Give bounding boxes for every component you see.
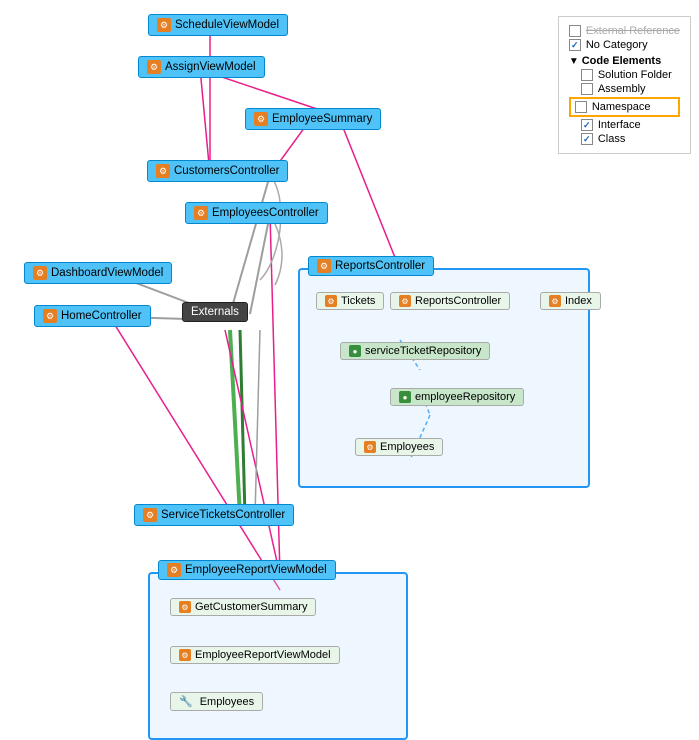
diagram-canvas: ⚙ ScheduleViewModel ⚙ AssignViewModel ⚙ … [0,0,699,740]
legend-external-reference: External Reference [569,25,680,37]
node-icon: ⚙ [317,259,331,273]
inner-node-icon: ⚙ [179,649,191,661]
legend-solution-folder: Solution Folder [569,69,680,81]
employee-repository-node[interactable]: ● employeeRepository [390,388,524,406]
legend-checkbox-no-category[interactable] [569,39,581,51]
container-title-label: ReportsController [335,260,425,272]
inner-node-icon: ⚙ [179,601,191,613]
legend-checkbox-solution-folder[interactable] [581,69,593,81]
legend-label: Assembly [598,83,646,95]
node-icon: ⚙ [143,508,157,522]
employees-wrench-node[interactable]: 🔧 Employees [170,692,263,711]
employees-inner-node[interactable]: ⚙ Employees [355,438,443,456]
dashboard-view-model-node[interactable]: ⚙ DashboardViewModel [24,262,172,284]
inner-node-icon: ⚙ [399,295,411,307]
employee-report-view-model-inner-node[interactable]: ⚙ EmployeeReportViewModel [170,646,340,664]
wrench-icon: 🔧 [179,695,193,708]
legend-assembly: Assembly [569,83,680,95]
externals-node[interactable]: Externals [182,302,248,322]
legend-panel: External Reference No Category ▼ Code El… [558,16,691,154]
legend-code-elements-section: ▼ Code Elements [569,55,680,67]
inner-node-icon: ⚙ [325,295,337,307]
node-label: EmployeeSummary [272,113,372,125]
node-label: Externals [191,306,239,318]
legend-checkbox-external[interactable] [569,25,581,37]
node-icon: ⚙ [157,18,171,32]
inner-node-label: serviceTicketRepository [365,345,481,357]
node-icon: ⚙ [43,309,57,323]
inner-node-icon: ⚙ [364,441,376,453]
legend-interface: Interface [569,119,680,131]
node-icon: ⚙ [156,164,170,178]
inner-node-label: EmployeeReportViewModel [195,649,331,661]
section-label: Code Elements [582,55,661,67]
legend-label: Solution Folder [598,69,672,81]
employee-report-view-model-container: ⚙ EmployeeReportViewModel ⚙ GetCustomerS… [148,572,408,740]
node-icon: ⚙ [167,563,181,577]
index-node[interactable]: ⚙ Index [540,292,601,310]
container-title-label: EmployeeReportViewModel [185,564,327,576]
assign-view-model-node[interactable]: ⚙ AssignViewModel [138,56,265,78]
inner-node-icon: ● [349,345,361,357]
legend-class: Class [569,133,680,145]
customers-controller-node[interactable]: ⚙ CustomersController [147,160,288,182]
node-icon: ⚙ [254,112,268,126]
employee-summary-node[interactable]: ⚙ EmployeeSummary [245,108,381,130]
legend-namespace: Namespace [569,97,680,117]
inner-node-label: Index [565,295,592,307]
legend-label: Interface [598,119,641,131]
inner-node-label: ReportsController [415,295,501,307]
inner-node-label: GetCustomerSummary [195,601,307,613]
schedule-view-model-node[interactable]: ⚙ ScheduleViewModel [148,14,288,36]
legend-checkbox-assembly[interactable] [581,83,593,95]
legend-checkbox-interface[interactable] [581,119,593,131]
inner-node-label: employeeRepository [415,391,515,403]
collapse-arrow[interactable]: ▼ [569,56,579,67]
reports-controller-container: ⚙ ReportsController ⚙ Tickets ⚙ ReportsC… [298,268,590,488]
node-label: ServiceTicketsController [161,509,285,521]
node-label: HomeController [61,310,142,322]
node-label: ScheduleViewModel [175,19,279,31]
node-icon: ⚙ [33,266,47,280]
home-controller-node[interactable]: ⚙ HomeController [34,305,151,327]
get-customer-summary-node[interactable]: ⚙ GetCustomerSummary [170,598,316,616]
legend-label: Class [598,133,626,145]
employee-report-title[interactable]: ⚙ EmployeeReportViewModel [158,560,336,580]
inner-node-label: Employees [200,696,254,708]
inner-node-icon: ⚙ [549,295,561,307]
node-label: DashboardViewModel [51,267,163,279]
inner-node-label: Tickets [341,295,375,307]
node-icon: ⚙ [147,60,161,74]
service-tickets-controller-node[interactable]: ⚙ ServiceTicketsController [134,504,294,526]
employees-controller-node[interactable]: ⚙ EmployeesController [185,202,328,224]
inner-node-icon: ● [399,391,411,403]
reports-controller-inner-node[interactable]: ⚙ ReportsController [390,292,510,310]
node-label: EmployeesController [212,207,319,219]
legend-label: External Reference [586,25,680,37]
legend-label: No Category [586,39,648,51]
service-ticket-repository-node[interactable]: ● serviceTicketRepository [340,342,490,360]
node-icon: ⚙ [194,206,208,220]
legend-no-category: No Category [569,39,680,51]
reports-controller-title[interactable]: ⚙ ReportsController [308,256,434,276]
legend-checkbox-class[interactable] [581,133,593,145]
legend-checkbox-namespace[interactable] [575,101,587,113]
legend-label: Namespace [592,101,651,113]
node-label: CustomersController [174,165,279,177]
tickets-node[interactable]: ⚙ Tickets [316,292,384,310]
node-label: AssignViewModel [165,61,256,73]
inner-node-label: Employees [380,441,434,453]
